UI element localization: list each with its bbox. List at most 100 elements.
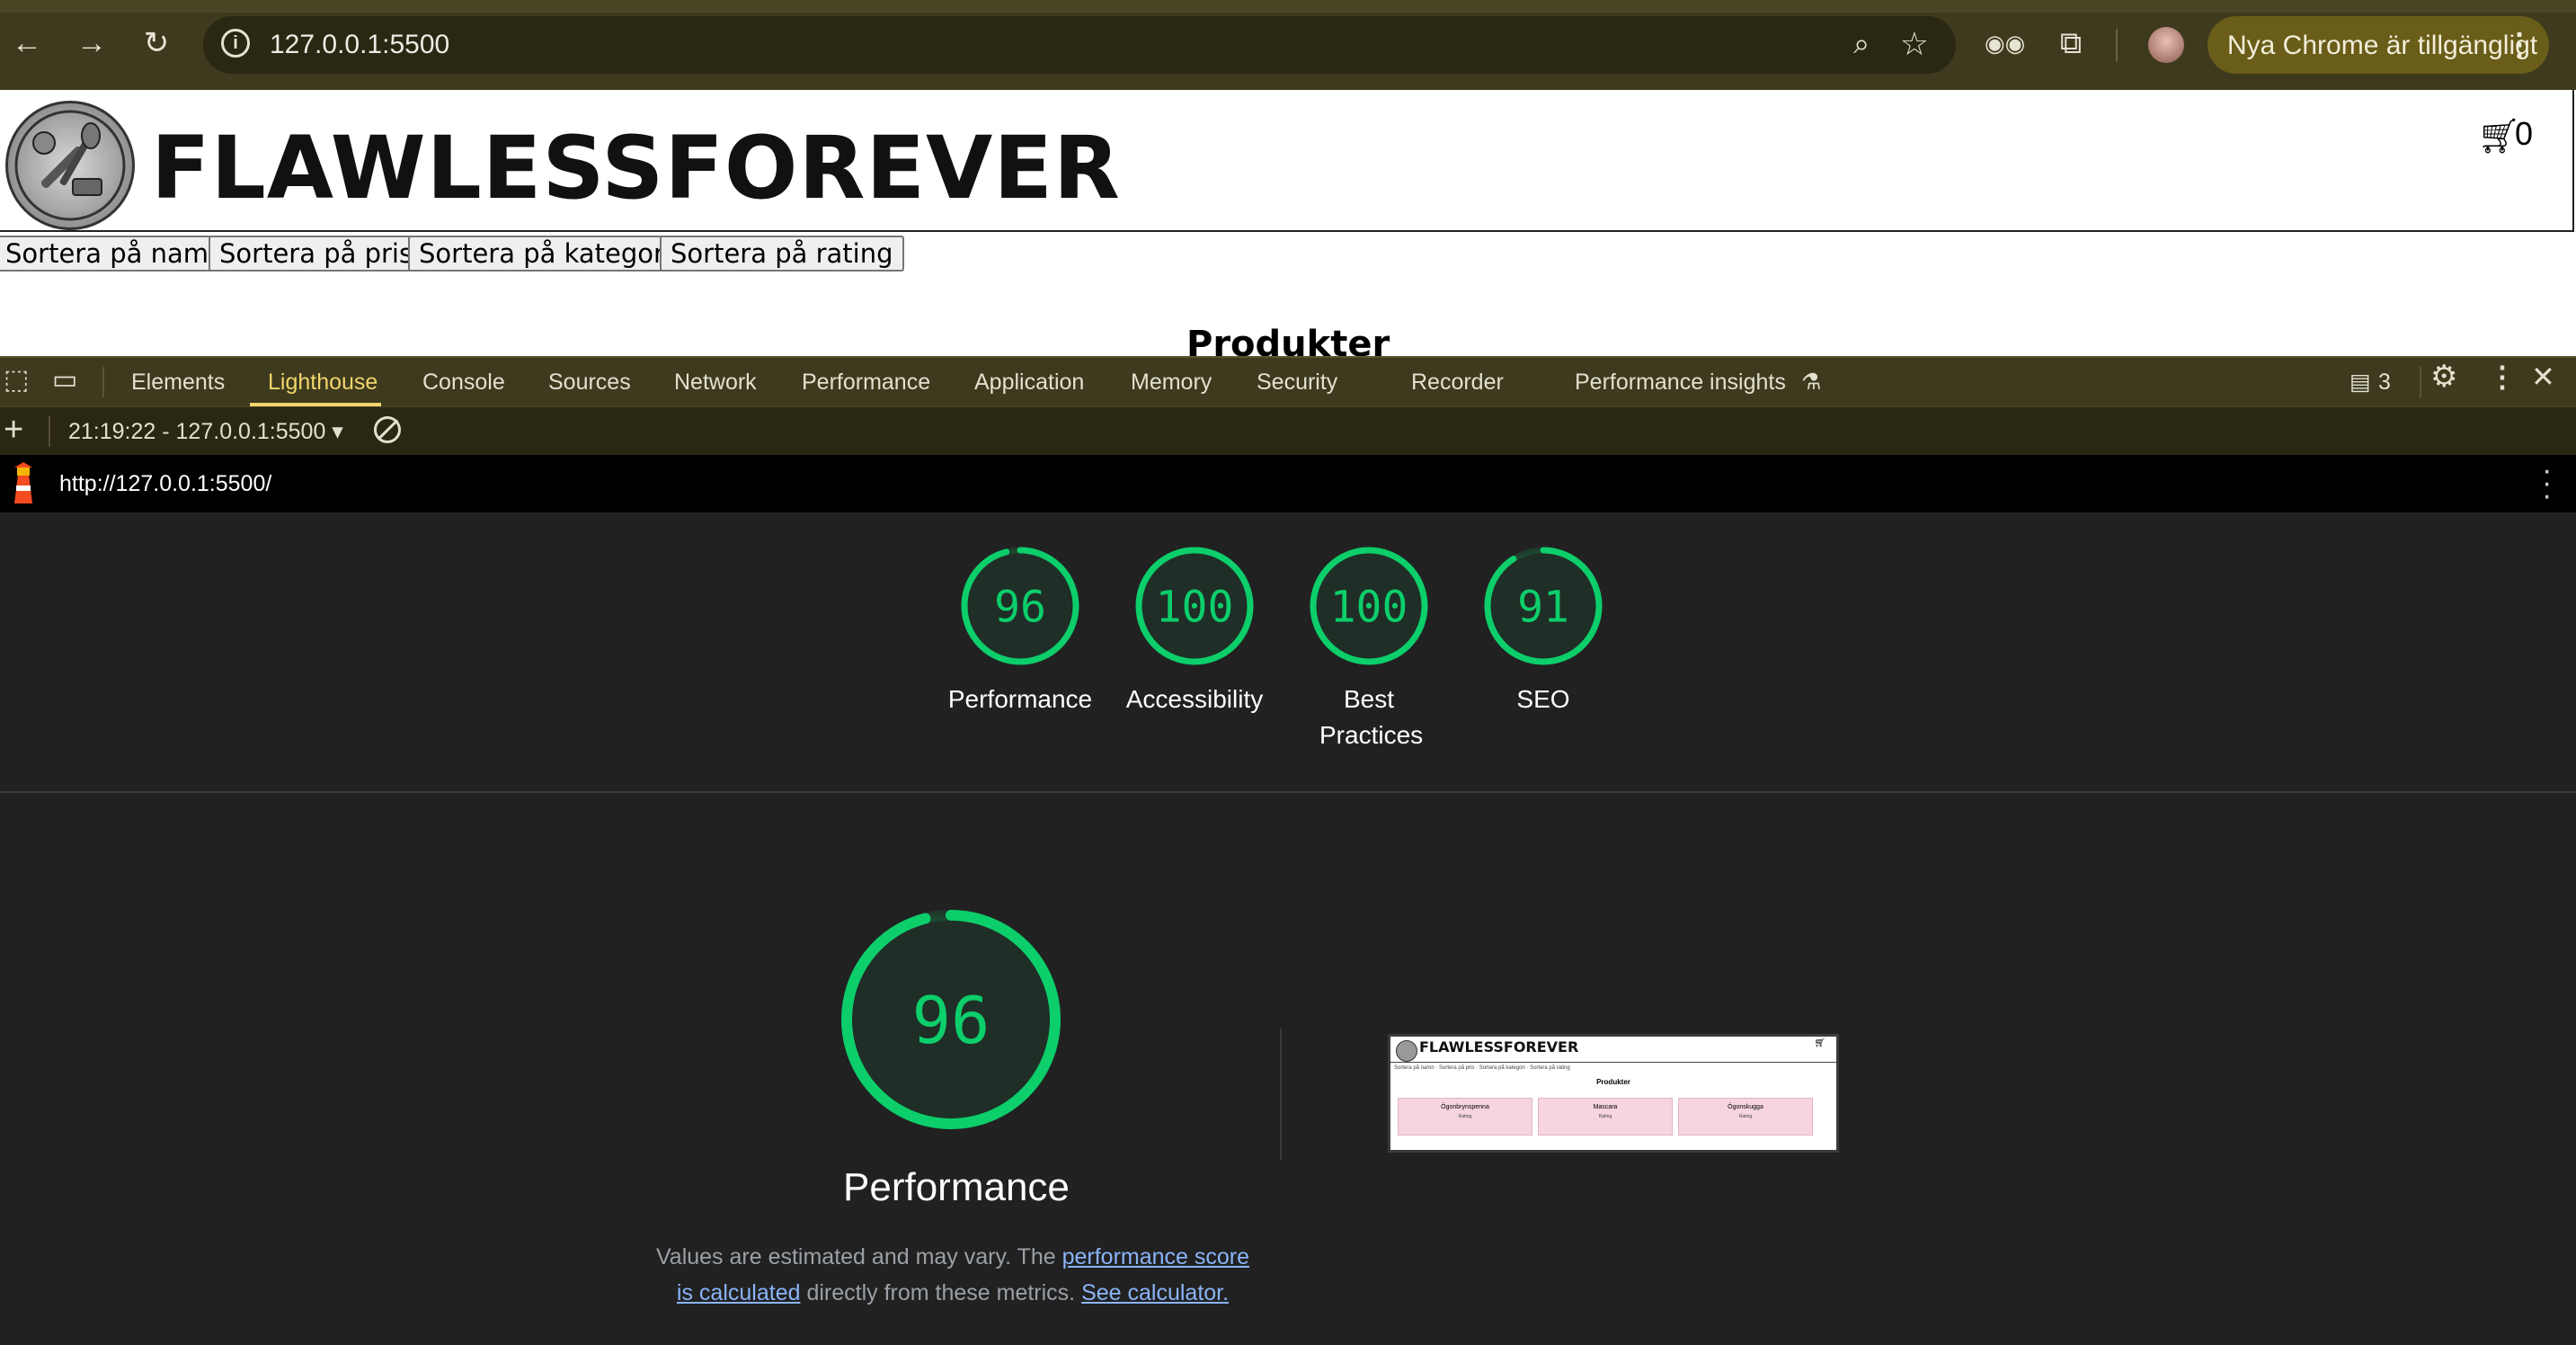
chrome-update-button[interactable]: Nya Chrome är tillgängligt ⋮ [2207,16,2549,74]
cart-count: 0 [2515,115,2534,152]
tab-elements[interactable]: Elements [131,369,225,396]
thumbnail-product-card: Ögonbrynspenna Rating [1398,1098,1532,1136]
report-url[interactable]: http://127.0.0.1:5500/ [59,471,271,497]
tab-console[interactable]: Console [422,369,505,396]
kebab-menu-icon[interactable]: ⋮ [2504,27,2535,63]
thumbnail-card-rating: Rating [1598,1114,1612,1119]
score-ring-icon: 96 [841,910,1061,1129]
zoom-icon[interactable]: ⌕ [1853,27,1870,61]
description-text-prefix: Values are estimated and may vary. The [655,1244,1062,1269]
chrome-update-label: Nya Chrome är tillgängligt [2227,31,2538,60]
tab-performance-insights[interactable]: Performance insights [1575,369,1786,396]
gauge-accessibility[interactable]: 100 Accessibility [1109,545,1280,717]
gauge-seo[interactable]: 91 SEO [1458,545,1629,717]
score-ring-icon: 96 [961,547,1079,665]
gauge-label: Best Practices [1319,685,1424,749]
issues-icon[interactable]: ▤ [2349,369,2371,396]
gauge-best-practices[interactable]: 100 Best Practices [1284,545,1454,753]
shopping-cart-icon[interactable]: 🛒︎ [2477,117,2520,156]
forward-arrow-icon[interactable]: → [72,25,111,65]
thumbnail-title: FLAWLESSFOREVER [1419,1038,1579,1056]
address-bar[interactable]: i 127.0.0.1:5500 ⌕ ☆ [203,16,1956,74]
sort-by-category-button[interactable]: Sortera på kategori [408,236,682,272]
makeup-logo-icon [5,101,135,230]
thumbnail-logo-icon [1396,1040,1417,1062]
tab-network[interactable]: Network [674,369,757,396]
devtools-tab-bar: ⬚ ▭ Elements Lighthouse Console Sources … [0,356,2576,406]
new-report-plus-icon[interactable]: + [4,411,23,450]
tab-lighthouse[interactable]: Lighthouse [268,369,378,396]
devtools-menu-icon[interactable]: ⋮ [2488,362,2517,391]
tab-strip-edge [0,0,2576,13]
inspect-element-icon[interactable]: ⬚ [4,367,29,394]
address-url[interactable]: 127.0.0.1:5500 [270,29,449,61]
thumbnail-card-rating: Rating [1458,1114,1472,1119]
gauge-label: Accessibility [1125,685,1264,713]
score-value: 96 [912,983,990,1058]
bookmark-star-icon[interactable]: ☆ [1900,25,1929,63]
thumbnail-header-line [1390,1062,1836,1063]
thumbnail-cart-icon: 🛒︎ [1814,1038,1825,1048]
section-divider [0,791,2576,793]
lighthouse-logo-icon [14,462,32,503]
gauge-label: SEO [1516,685,1570,713]
site-title: FLAWLESSFOREVER [151,118,1121,218]
lighthouse-report-topbar: http://127.0.0.1:5500/ · · · [0,455,2576,512]
score-value: 100 [1156,582,1234,632]
thumbnail-card-name: Ögonbrynspenna [1441,1104,1489,1110]
thumbnail-card-name: Mascara [1593,1104,1618,1110]
score-ring-icon: 100 [1135,547,1254,665]
report-selector[interactable]: 21:19:22 - 127.0.0.1:5500 ▾ [68,418,343,445]
score-value: 91 [1517,582,1569,632]
flask-icon: ⚗ [1801,370,1822,395]
reload-icon[interactable]: ↻ [137,25,176,65]
sort-by-name-button[interactable]: Sortera på namn [0,236,236,272]
thumbnail-product-card: Ögonskugga Rating [1678,1098,1813,1136]
thumbnail-card-name: Ögonskugga [1728,1104,1763,1110]
lighthouse-toolbar: + 21:19:22 - 127.0.0.1:5500 ▾ [0,406,2576,455]
tab-application[interactable]: Application [974,369,1084,396]
sort-by-price-button[interactable]: Sortera på pris [209,236,424,272]
performance-title: Performance [843,1165,1070,1209]
web-page-viewport: FLAWLESSFOREVER 🛒︎ 0 Sortera på namn Sor… [0,90,2576,356]
score-value: 96 [994,582,1046,632]
vertical-separator [1280,1029,1282,1160]
thumbnail-heading: Produkter [1596,1078,1630,1086]
report-selector-label: 21:19:22 - 127.0.0.1:5500 [68,419,326,444]
score-ring-icon: 91 [1484,547,1603,665]
profile-avatar[interactable] [2148,27,2184,63]
thumbnail-sort-text: Sortera på namn · Sortera på pris · Sort… [1394,1065,1570,1071]
tab-memory[interactable]: Memory [1131,369,1212,396]
extensions-puzzle-icon[interactable]: ⧉ [2051,25,2091,65]
lighthouse-report: 96 Performance 100 Accessibility 100 Best P… [0,512,2576,1345]
tab-recorder[interactable]: Recorder [1411,369,1504,396]
gauge-label: Performance [947,685,1093,713]
gauge-performance[interactable]: 96 Performance [935,545,1106,717]
site-header: FLAWLESSFOREVER 🛒︎ 0 [0,90,2574,232]
final-screenshot-thumbnail[interactable]: FLAWLESSFOREVER 🛒︎ Sortera på namn · Sor… [1388,1034,1839,1153]
issues-count[interactable]: 3 [2378,369,2391,396]
clear-reports-icon[interactable] [374,416,401,443]
back-arrow-icon[interactable]: ← [7,25,47,65]
site-info-icon[interactable]: i [221,29,250,58]
incognito-icon[interactable]: ◉◉ [1985,25,2025,65]
thumbnail-product-card: Mascara Rating [1538,1098,1673,1136]
score-ring-icon: 100 [1310,547,1428,665]
tab-sources[interactable]: Sources [548,369,631,396]
tab-separator [2420,367,2421,397]
tab-separator [102,367,104,397]
toolbar-separator [2116,29,2118,61]
see-calculator-link[interactable]: See calculator. [1081,1280,1229,1305]
main-performance-gauge: 96 [836,904,1066,1135]
toolbar-separator [49,416,50,447]
sort-by-rating-button[interactable]: Sortera på rating [660,236,904,272]
description-text-middle: directly from these metrics. [800,1280,1082,1305]
score-value: 100 [1330,582,1408,632]
close-devtools-icon[interactable]: ✕ [2531,362,2555,391]
thumbnail-card-rating: Rating [1738,1114,1753,1119]
settings-gear-icon[interactable]: ⚙ [2430,361,2457,392]
tab-security[interactable]: Security [1257,369,1337,396]
tab-performance[interactable]: Performance [802,369,930,396]
device-toggle-icon[interactable]: ▭ [52,367,77,394]
report-menu-icon[interactable]: · · · [2542,455,2553,511]
